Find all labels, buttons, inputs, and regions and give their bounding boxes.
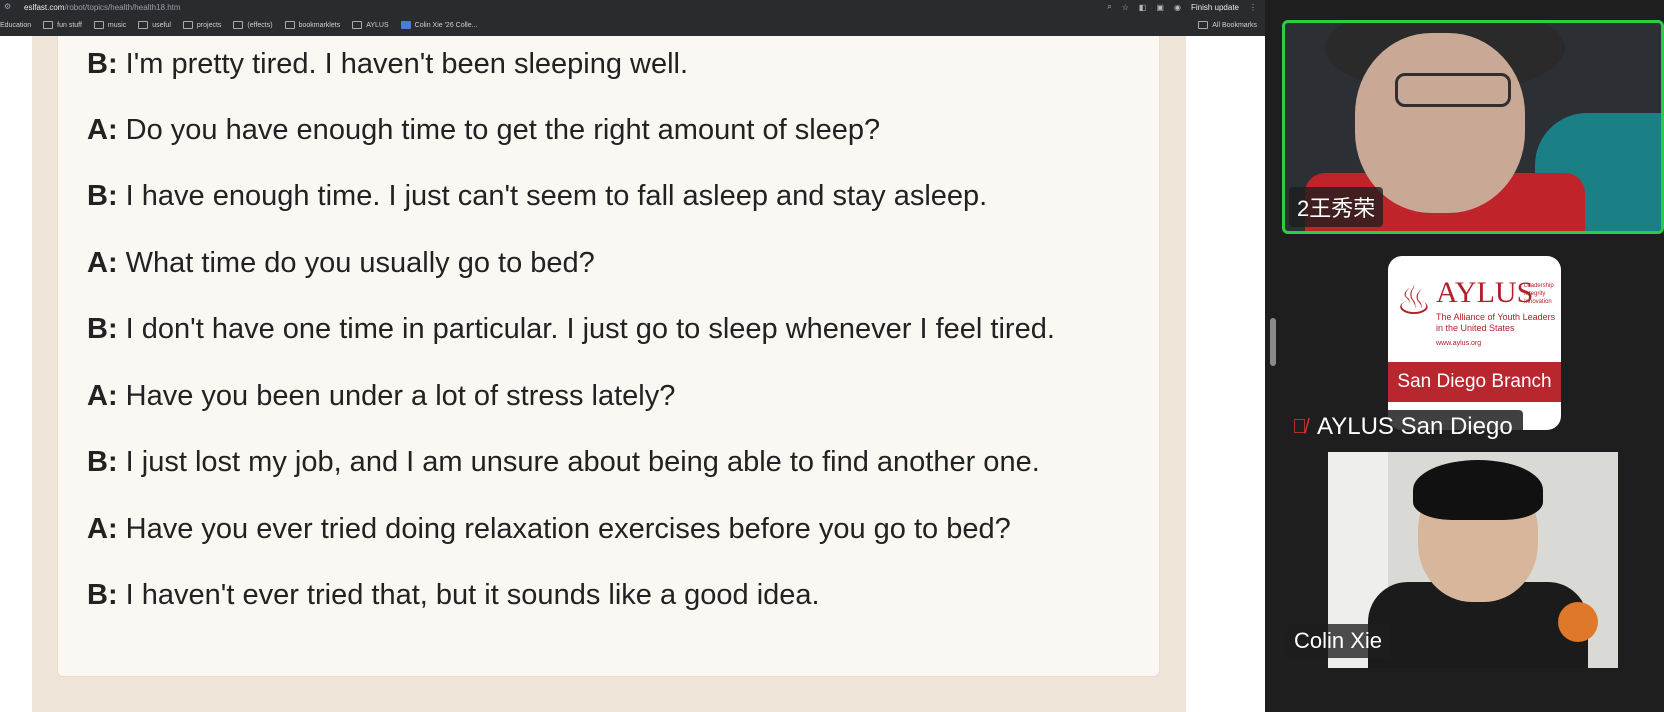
bookmark-music[interactable]: music [93,21,127,29]
site-info-icon[interactable]: ⚙ [4,2,24,12]
dialogue-line: B: I'm pretty tired. I haven't been slee… [87,48,688,81]
bookmark-label: AYLUS [366,21,389,29]
speaker-label: B: [87,579,118,611]
video-hair [1413,460,1543,520]
sidepanel-icon[interactable]: ▣ [1156,3,1164,12]
dialogue-line: B: I don't have one time in particular. … [87,313,1055,346]
speaker-label: A: [87,114,118,146]
bookmark-education[interactable]: Education [0,22,31,29]
muted-microphone-icon: 🎙̸ [1292,415,1307,438]
dialogue-text: I don't have one time in particular. I j… [125,313,1055,345]
folder-icon [138,21,149,29]
speaker-label: B: [87,313,118,345]
bookmark-label: useful [152,21,171,29]
dialogue-text: I'm pretty tired. I haven't been sleepin… [125,48,689,80]
participant-name: Colin Xie [1286,624,1391,658]
speaker-label: B: [87,48,118,80]
speaker-label: A: [87,247,118,279]
video-object [1558,602,1598,642]
extension-icon[interactable]: ◧ [1139,3,1147,12]
dialogue-line: B: I haven't ever tried that, but it sou… [87,579,820,612]
aylus-logo-avatar: ♨ AYLUS Leadership Integrity Innovation … [1388,256,1561,430]
bookmark-label: All Bookmarks [1212,21,1257,29]
bookmark-label: music [107,21,127,29]
bookmark-projects[interactable]: projects [182,21,222,29]
folder-icon [43,21,54,29]
speaker-label: A: [87,380,118,412]
bookmark-label: (effects) [247,21,273,29]
dialogue-line: A: Have you ever tried doing relaxation … [87,513,1011,546]
all-bookmarks[interactable]: All Bookmarks [1198,14,1257,36]
dialogue-line: A: Do you have enough time to get the ri… [87,114,880,147]
toolbar-actions: ⌕ ☆ ◧ ▣ ◉ Finish update ⋮ [1107,0,1257,14]
dialogue-text: I just lost my job, and I am unsure abou… [125,446,1040,478]
doc-icon [400,21,411,29]
bookmark-bookmarklets[interactable]: bookmarklets [284,21,341,29]
video-glasses [1395,73,1511,107]
folder-icon [182,21,193,29]
zoom-icon[interactable]: ⌕ [1107,2,1111,12]
logo-url: www.aylus.org [1436,340,1482,347]
star-icon[interactable]: ☆ [1122,3,1129,12]
bookmark-label: bookmarklets [298,21,341,29]
bookmark-label: projects [196,21,222,29]
dialogue-text: What time do you usually go to bed? [125,247,595,279]
bookmarks-bar: Education fun stuff music useful project… [0,14,1265,37]
logo-description: The Alliance of Youth Leaders in the Uni… [1436,312,1556,333]
bookmark-aylus[interactable]: AYLUS [352,21,389,29]
dialogue-line: A: Have you been under a lot of stress l… [87,380,675,413]
panel-scrollbar[interactable] [1270,318,1276,366]
mouse-cursor-icon: ▴ [1200,420,1206,431]
browser-toolbar: ⚙ eslfast.com/robot/topics/health/health… [0,0,1265,14]
participant-name: 2王秀荣 [1289,187,1384,227]
speaker-label: B: [87,446,118,478]
speaker-label: B: [87,180,118,212]
speaker-label: A: [87,513,118,545]
bookmark-fun-stuff[interactable]: fun stuff [43,21,82,29]
folder-icon [352,21,363,29]
dialogue-text: Do you have enough time to get the right… [125,114,881,146]
dialogue-line: B: I have enough time. I just can't seem… [87,180,987,213]
dialogue-text: Have you been under a lot of stress late… [125,380,676,412]
bookmark-label: fun stuff [57,21,82,29]
folder-icon [1198,21,1209,29]
bookmark-effects[interactable]: (effects) [233,21,273,29]
bookmark-colin-xie[interactable]: Colin Xie '26 Colle... [400,21,478,29]
bookmark-label: Education [0,21,32,29]
torch-icon: ♨ [1396,279,1432,323]
web-page: B: I'm pretty tired. I haven't been slee… [0,36,1265,712]
folder-icon [284,21,295,29]
bookmark-label: Colin Xie '26 Colle... [414,21,478,29]
url-domain: eslfast.com [24,2,65,12]
url-path: /robot/topics/health/health18.htm [64,2,181,12]
dialogue-text: I have enough time. I just can't seem to… [125,180,988,212]
folder-icon [233,21,244,29]
finish-update-button[interactable]: Finish update [1191,3,1239,12]
folder-icon [93,21,104,29]
dialogue-text: Have you ever tried doing relaxation exe… [125,513,1011,545]
logo-branch: San Diego Branch [1388,362,1561,402]
browser-window: ⚙ eslfast.com/robot/topics/health/health… [0,0,1265,712]
logo-tagline: Leadership Integrity Innovation [1524,283,1554,305]
video-face [1355,33,1525,213]
profile-icon[interactable]: ◉ [1174,3,1181,12]
logo-title: AYLUS [1436,276,1534,309]
address-bar[interactable]: eslfast.com/robot/topics/health/health18… [24,3,181,12]
more-menu-icon[interactable]: ⋮ [1249,3,1257,12]
dialogue-line: B: I just lost my job, and I am unsure a… [87,446,1040,479]
bookmark-useful[interactable]: useful [138,21,171,29]
dialogue-line: A: What time do you usually go to bed? [87,247,595,280]
participant-video-tile-1[interactable]: 2王秀荣 [1282,20,1664,234]
participant-name: AYLUS San Diego [1317,413,1513,440]
dialogue-text: I haven't ever tried that, but it sounds… [125,579,820,611]
participant-label-2: 🎙̸ AYLUS San Diego [1282,410,1523,444]
